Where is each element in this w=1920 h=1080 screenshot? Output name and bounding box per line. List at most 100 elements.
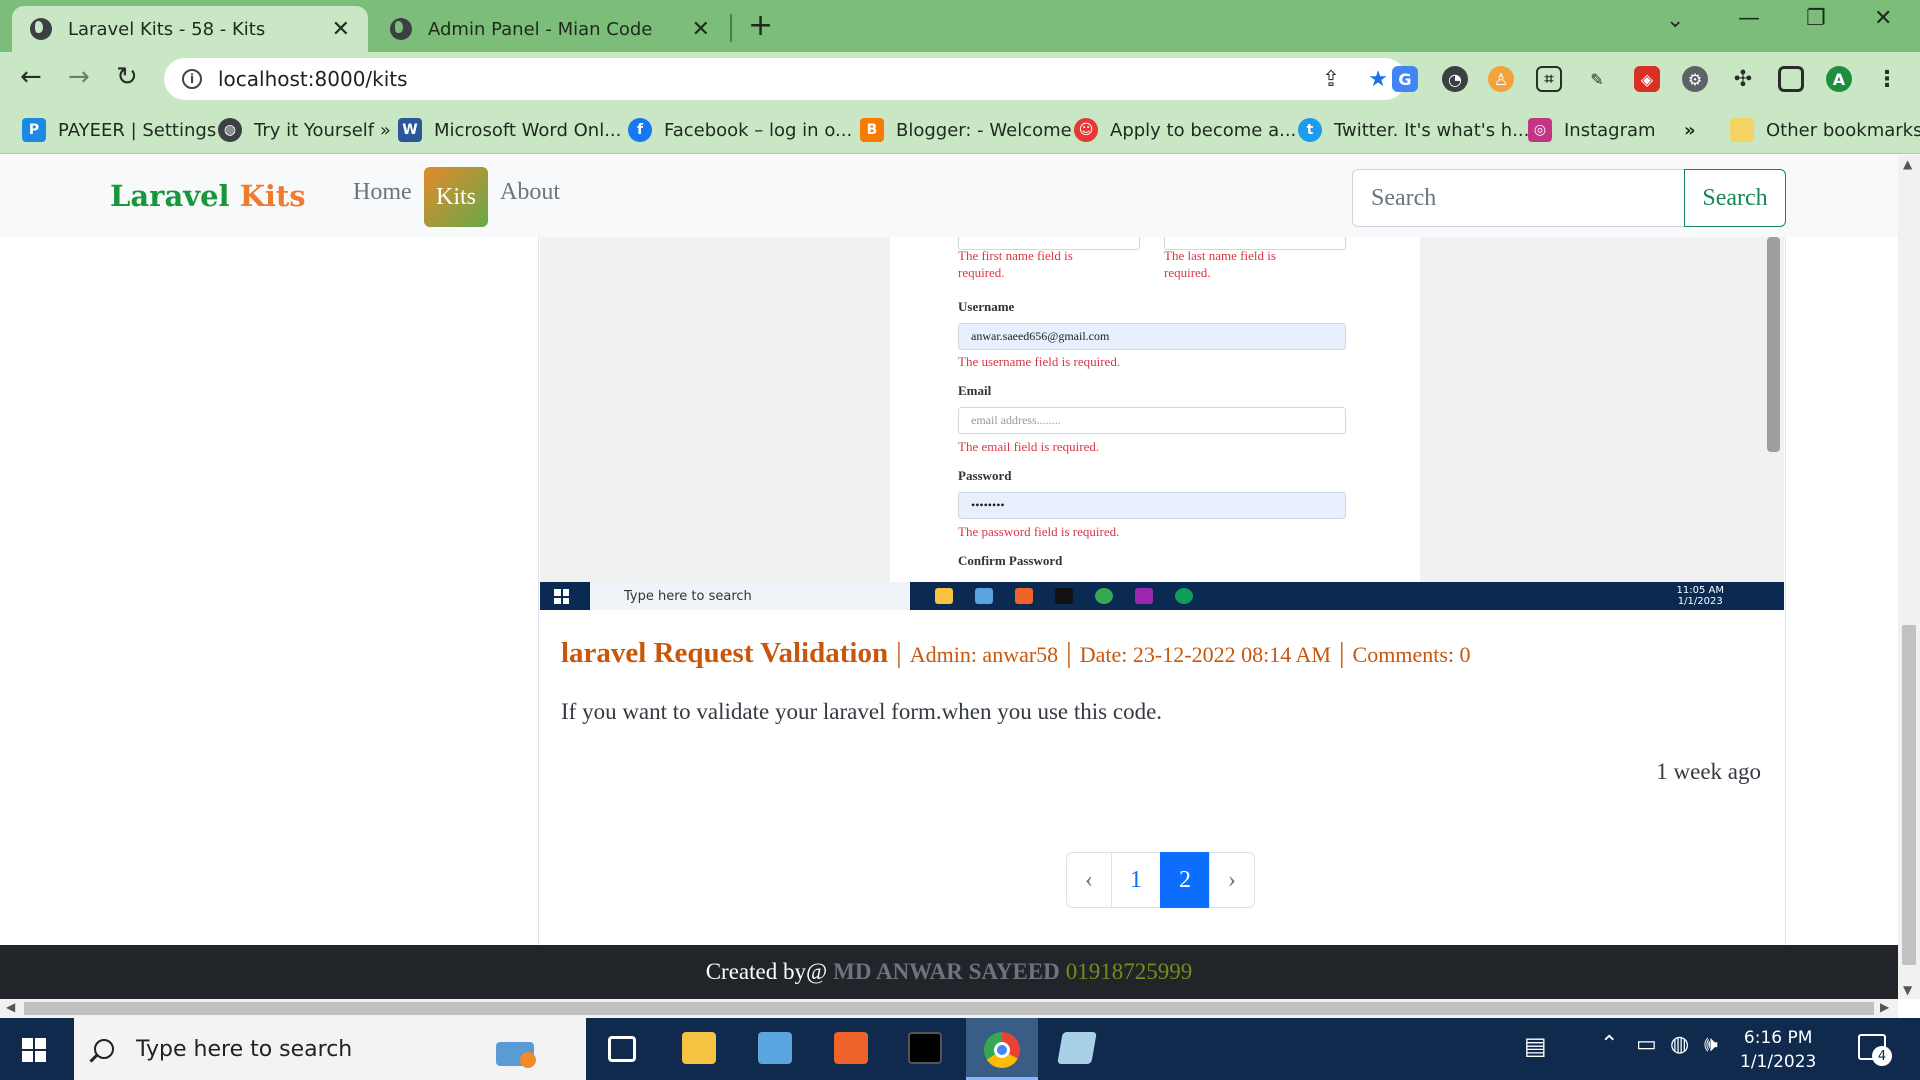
image-last-name-error: The last name field is required. <box>1164 248 1276 280</box>
nav-link-about[interactable]: About <box>500 179 560 206</box>
image-xampp-icon <box>1015 588 1033 604</box>
bookmark-label: Microsoft Word Onl... <box>434 119 622 141</box>
pagination-prev[interactable]: ‹ <box>1066 852 1112 908</box>
file-explorer-icon[interactable] <box>682 1032 716 1064</box>
color-picker-extension-icon[interactable]: ✎ <box>1584 66 1610 92</box>
image-email-label: Email <box>958 383 992 398</box>
vertical-scrollbar[interactable]: ▲ ▼ <box>1898 155 1920 999</box>
tab-admin-panel[interactable]: Admin Panel - Mian Code ✕ <box>372 6 728 52</box>
tab-search-chevron-icon[interactable]: ⌄ <box>1666 8 1684 33</box>
folder-icon <box>1730 118 1754 142</box>
site-info-icon[interactable]: i <box>182 69 202 89</box>
network-globe-icon[interactable]: ◍ <box>1670 1032 1689 1057</box>
bookmark-blogger[interactable]: B Blogger: - Welcome <box>860 116 1072 144</box>
scroll-up-icon[interactable]: ▲ <box>1903 157 1912 171</box>
forward-arrow-icon[interactable]: → <box>68 62 90 92</box>
search-button[interactable]: Search <box>1684 169 1786 227</box>
image-right-panel <box>1420 237 1784 582</box>
menu-kebab-icon[interactable]: ⋮ <box>1874 66 1900 92</box>
bookmark-apply[interactable]: ☺ Apply to become a... <box>1074 116 1296 144</box>
horizontal-scrollbar[interactable]: ◀ ▶ <box>0 999 1898 1018</box>
google-translate-icon[interactable]: G <box>1392 66 1418 92</box>
bookmark-instagram[interactable]: ◎ Instagram <box>1528 116 1656 144</box>
bookmark-star-icon[interactable]: ★ <box>1368 67 1388 92</box>
image-taskbar: Type here to search 11:05 AM 1/1/2023 <box>540 582 1784 610</box>
clock-time: 6:16 PM <box>1743 1028 1813 1048</box>
notepad-icon[interactable] <box>1057 1032 1097 1064</box>
shield-extension-icon[interactable]: ◈ <box>1634 66 1660 92</box>
site-brand-logo[interactable]: Laravel Kits <box>110 179 306 213</box>
chrome-taskbar-button[interactable] <box>966 1018 1038 1080</box>
image-password-label: Password <box>958 468 1012 483</box>
address-bar[interactable]: i localhost:8000/kits ⇪ ★ <box>164 58 1406 100</box>
tab-close-icon[interactable]: ✕ <box>332 17 350 42</box>
image-terminal-icon <box>1055 588 1073 604</box>
url-text[interactable]: localhost:8000/kits <box>218 67 1294 91</box>
side-panel-icon[interactable] <box>1778 66 1804 92</box>
notification-count: 4 <box>1872 1046 1892 1066</box>
image-explorer-icon <box>935 588 953 604</box>
image-first-name-error: The first name field is required. <box>958 248 1073 280</box>
bookmark-label: Apply to become a... <box>1110 119 1297 141</box>
pagination-next[interactable]: › <box>1209 852 1255 908</box>
back-arrow-icon[interactable]: ← <box>20 62 42 92</box>
volume-icon[interactable]: 🕪 <box>1704 1032 1718 1057</box>
scroll-right-icon[interactable]: ▶ <box>1880 1000 1889 1014</box>
taskbar-clock[interactable]: 6:16 PM 1/1/2023 <box>1740 1026 1816 1074</box>
horizontal-scroll-thumb[interactable] <box>24 1002 1874 1015</box>
battery-icon[interactable]: ▭ <box>1636 1032 1657 1057</box>
reload-icon[interactable]: ↻ <box>116 62 138 92</box>
image-app-icon <box>975 588 993 604</box>
image-editor-icon <box>1135 588 1153 604</box>
profile-avatar-icon[interactable]: A <box>1826 66 1852 92</box>
tab-title: Admin Panel - Mian Code <box>428 18 653 40</box>
bookmark-microsoft-word[interactable]: W Microsoft Word Onl... <box>398 116 621 144</box>
search-highlight-icon[interactable] <box>490 1024 540 1074</box>
pagination-page-2[interactable]: 2 <box>1160 852 1210 908</box>
tab-laravel-kits[interactable]: Laravel Kits - 58 - Kits ✕ <box>12 6 368 52</box>
restore-icon[interactable]: ❐ <box>1806 6 1826 31</box>
image-tray-time: 11:05 AM <box>1676 585 1724 596</box>
separator: | <box>1066 638 1072 669</box>
post-title[interactable]: laravel Request Validation <box>561 637 888 670</box>
new-tab-icon[interactable]: + <box>748 8 773 43</box>
search-input[interactable]: Search <box>1352 169 1684 227</box>
bookmarks-bar: P PAYEER | Settings ◍ Try it Yourself » … <box>0 106 1920 154</box>
task-view-icon[interactable] <box>608 1036 636 1062</box>
extensions-puzzle-icon[interactable]: ✣ <box>1730 66 1756 92</box>
post-date: Date: 23-12-2022 08:14 AM <box>1079 642 1331 667</box>
bookmark-payeer[interactable]: P PAYEER | Settings <box>22 116 216 144</box>
bookmark-try-it-yourself[interactable]: ◍ Try it Yourself » <box>218 116 391 144</box>
scroll-left-icon[interactable]: ◀ <box>6 1000 15 1014</box>
window-close-icon[interactable]: ✕ <box>1874 6 1892 31</box>
scroll-down-icon[interactable]: ▼ <box>1903 983 1912 997</box>
user-check-extension-icon[interactable]: ♙ <box>1488 66 1514 92</box>
tray-chevron-icon[interactable]: ⌃ <box>1600 1032 1618 1057</box>
gear-extension-icon[interactable]: ⚙ <box>1682 66 1708 92</box>
nav-link-home[interactable]: Home <box>353 179 412 206</box>
windows-start-icon[interactable] <box>22 1038 46 1062</box>
bookmarks-overflow-chevron[interactable]: » <box>1684 116 1696 144</box>
app-icon[interactable] <box>758 1032 792 1064</box>
bookmark-other-folder[interactable]: Other bookmarks <box>1730 116 1920 144</box>
bookmark-twitter[interactable]: t Twitter. It's what's h... <box>1298 116 1529 144</box>
speed-dial-extension-icon[interactable]: ◔ <box>1442 66 1468 92</box>
xampp-icon[interactable] <box>834 1032 868 1064</box>
terminal-icon[interactable] <box>908 1032 942 1064</box>
vertical-scroll-thumb[interactable] <box>1902 625 1916 965</box>
image-email-field: email address........ <box>958 407 1346 434</box>
screenshot-extension-icon[interactable]: ⌗ <box>1536 66 1562 92</box>
bookmark-label: Blogger: - Welcome <box>896 119 1072 141</box>
news-widget-icon[interactable]: ▤ <box>1524 1032 1547 1060</box>
pagination-page-1[interactable]: 1 <box>1111 852 1161 908</box>
separator: | <box>896 638 902 669</box>
minimize-icon[interactable]: — <box>1738 6 1760 31</box>
bookmark-facebook[interactable]: f Facebook – log in o... <box>628 116 852 144</box>
nav-link-kits[interactable]: Kits <box>424 167 488 227</box>
image-confirm-password-label: Confirm Password <box>958 553 1063 568</box>
notification-icon[interactable]: 4 <box>1858 1034 1892 1066</box>
share-icon[interactable]: ⇪ <box>1322 67 1340 92</box>
bookmark-label: Try it Yourself » <box>254 119 391 141</box>
tab-close-icon[interactable]: ✕ <box>692 17 710 42</box>
browser-tab-strip: Laravel Kits - 58 - Kits ✕ Admin Panel -… <box>0 0 1920 52</box>
